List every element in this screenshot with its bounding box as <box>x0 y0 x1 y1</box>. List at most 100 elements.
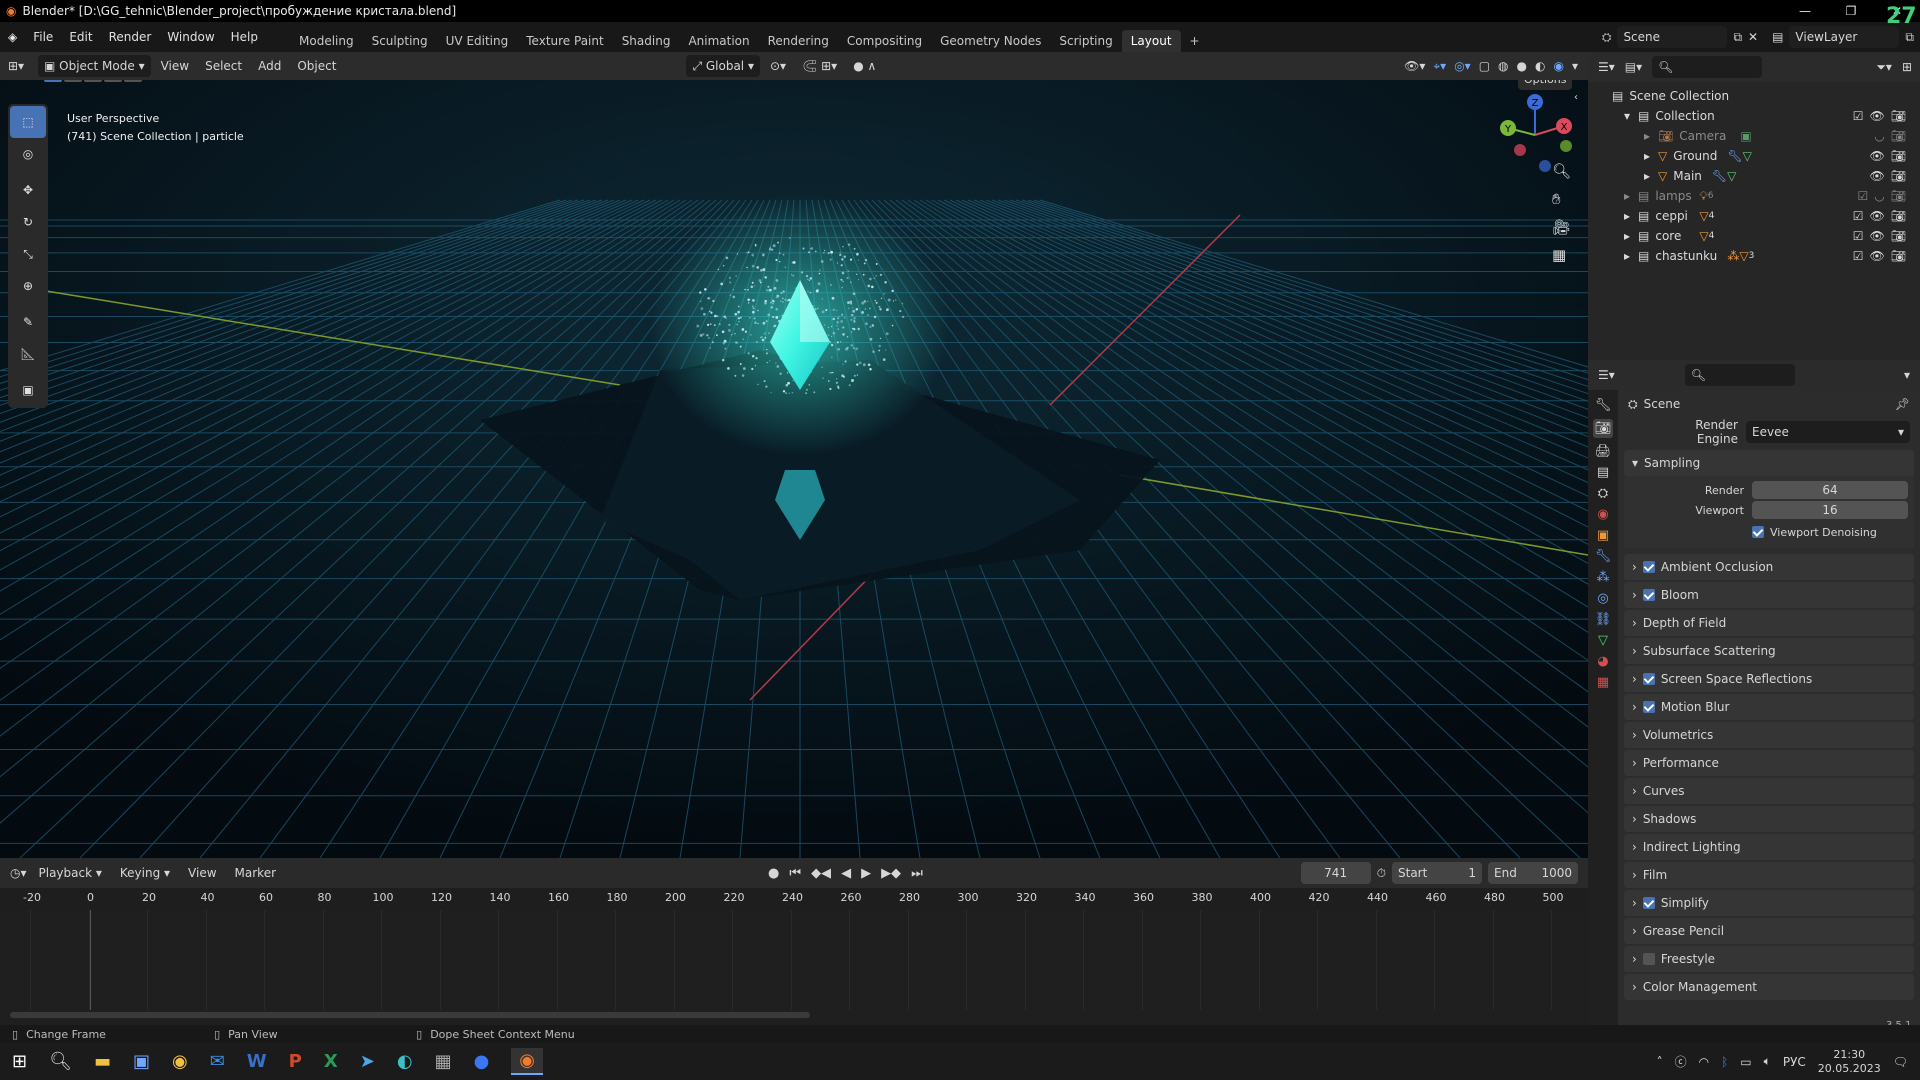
panel-ambient-occlusion[interactable]: › Ambient Occlusion <box>1624 554 1914 580</box>
outliner-editor-icon[interactable]: ☰▾ <box>1598 60 1615 74</box>
panel-bloom[interactable]: › Bloom <box>1624 582 1914 608</box>
zoom-icon[interactable]: 🔍︎ <box>1552 162 1571 180</box>
material-shading-icon[interactable]: ◐ <box>1535 59 1545 73</box>
timeline-ruler[interactable]: -20 0 20 40 60 80 100 120 140 160 180 200 220 240 260 2… <box>0 888 1588 910</box>
language-indicator[interactable]: РУС <box>1783 1055 1806 1069</box>
overlay-toggle-icon[interactable]: ◎▾ <box>1454 59 1471 73</box>
panel-motion-blur[interactable]: › Motion Blur <box>1624 694 1914 720</box>
select-intersect-icon[interactable] <box>124 80 142 82</box>
clock[interactable]: 21:30 20.05.2023 <box>1818 1048 1881 1076</box>
menu-file[interactable]: File <box>25 30 61 44</box>
material-tab-icon[interactable]: ◕ <box>1597 654 1608 669</box>
bluetooth-icon[interactable]: ᛒ <box>1721 1055 1728 1069</box>
menu-marker[interactable]: Marker <box>229 863 282 883</box>
panel-shadows[interactable]: › Shadows <box>1624 806 1914 832</box>
row-toggles[interactable]: ☑👁︎📷︎ <box>1853 106 1912 126</box>
outliner-row-chastunku[interactable]: ▸ ▤ chastunku ⁂▽ 3 ☑👁︎📷︎ <box>1588 246 1920 266</box>
rotate-tool-icon[interactable]: ↻ <box>10 206 46 238</box>
row-toggles[interactable]: ☑👁︎📷︎ <box>1853 226 1912 246</box>
pan-hand-icon[interactable]: ✋︎ <box>1552 190 1571 208</box>
powerpoint-icon[interactable]: P <box>289 1051 302 1072</box>
panel-sampling[interactable]: ▾ Sampling <box>1624 450 1914 476</box>
measure-tool-icon[interactable]: 📐︎ <box>10 338 46 370</box>
row-toggles[interactable]: ☑👁︎📷︎ <box>1853 206 1912 226</box>
ortho-grid-icon[interactable]: ▦ <box>1552 246 1571 264</box>
properties-options-icon[interactable]: ▾ <box>1904 368 1910 382</box>
panel-performance[interactable]: › Performance <box>1624 750 1914 776</box>
expand-icon[interactable]: ▸ <box>1624 206 1638 226</box>
pin-icon[interactable]: 📌︎ <box>1895 397 1910 411</box>
panel-curves[interactable]: › Curves <box>1624 778 1914 804</box>
outliner-row-lamps[interactable]: ▸ ▤ lamps 💡︎ 6 ☑◡📷︎ <box>1588 186 1920 206</box>
select-invert-icon[interactable] <box>104 80 122 82</box>
outliner-search-field[interactable]: 🔍︎ <box>1652 56 1763 78</box>
stopwatch-icon[interactable]: ⏱ <box>1377 866 1386 881</box>
calculator-icon[interactable]: ▦ <box>435 1051 452 1072</box>
menu-playback[interactable]: Playback ▾ <box>33 863 108 883</box>
expand-icon[interactable]: ▸ <box>1624 246 1638 266</box>
windows-start-icon[interactable]: ⊞ <box>12 1051 27 1072</box>
telegram-icon[interactable]: ➤ <box>360 1051 375 1072</box>
display-mode-icon[interactable]: ▤▾ <box>1625 60 1642 74</box>
tab-texture-paint[interactable]: Texture Paint <box>517 30 612 52</box>
rendered-shading-icon[interactable]: ◉ <box>1553 59 1563 73</box>
new-scene-icon[interactable]: ⧉ <box>1733 30 1742 45</box>
outliner-row-ground[interactable]: ▸ ▽ Ground 🔧︎ ▽ 👁︎📷︎ <box>1588 146 1920 166</box>
jump-keyframe-forward-icon[interactable]: ▶◆ <box>881 866 901 881</box>
options-button[interactable]: Options <box>1518 80 1573 90</box>
view-layer-selector[interactable]: ViewLayer <box>1789 26 1900 48</box>
3d-viewport[interactable]: User Perspective (741) Scene Collection … <box>0 80 1588 858</box>
tray-expand-icon[interactable]: ˄ <box>1657 1055 1663 1069</box>
excel-icon[interactable]: X <box>324 1051 338 1072</box>
end-frame-field[interactable]: End 1000 <box>1488 862 1578 884</box>
tab-modeling[interactable]: Modeling <box>290 30 363 52</box>
row-toggles[interactable]: ☑👁︎📷︎ <box>1853 246 1912 266</box>
object-tab-icon[interactable]: ▣ <box>1597 528 1609 543</box>
wifi-icon[interactable]: ◠ <box>1699 1055 1709 1069</box>
panel-color-management[interactable]: › Color Management <box>1624 974 1914 1000</box>
expand-icon[interactable]: ▾ <box>1624 106 1638 126</box>
annotate-tool-icon[interactable]: ✎ <box>10 306 46 338</box>
panel-checkbox[interactable] <box>1642 953 1655 965</box>
proportional-icon[interactable]: ● ∧ <box>847 56 882 76</box>
row-toggles[interactable]: ☑◡📷︎ <box>1858 186 1912 206</box>
menu-object[interactable]: Object <box>291 56 342 76</box>
new-view-layer-icon[interactable]: ⧉ <box>1905 30 1914 45</box>
notifications-icon[interactable]: 🗨︎ <box>1893 1055 1908 1069</box>
search-icon[interactable]: 🔍︎ <box>49 1051 72 1072</box>
panel-indirect-lighting[interactable]: › Indirect Lighting <box>1624 834 1914 860</box>
panel-freestyle[interactable]: › Freestyle <box>1624 946 1914 972</box>
data-tab-icon[interactable]: ▽ <box>1598 633 1608 648</box>
row-toggles[interactable]: 👁︎📷︎ <box>1870 146 1912 166</box>
outliner-row-main[interactable]: ▸ ▽ Main 🔧︎ ▽ 👁︎📷︎ <box>1588 166 1920 186</box>
scene-tab-icon[interactable]: ⛭ <box>1598 486 1608 501</box>
menu-edit[interactable]: Edit <box>61 30 100 44</box>
timeline-editor-icon[interactable]: ◷▾ <box>10 866 27 880</box>
outlook-icon[interactable]: ✉ <box>210 1051 225 1072</box>
expand-icon[interactable]: ▸ <box>1624 226 1638 246</box>
new-collection-icon[interactable]: ⊞ <box>1902 60 1912 74</box>
viewport-denoising-checkbox[interactable] <box>1752 526 1764 538</box>
transform-tool-icon[interactable]: ⊕ <box>10 270 46 302</box>
panel-subsurface-scattering[interactable]: › Subsurface Scattering <box>1624 638 1914 664</box>
snap-icon[interactable]: 🧲︎ ⊞▾ <box>796 56 843 76</box>
transform-orientation[interactable]: ⤢ Global ▾ <box>686 55 760 77</box>
expand-icon[interactable]: ▸ <box>1644 166 1658 186</box>
panel-checkbox[interactable] <box>1642 589 1655 601</box>
add-workspace-button[interactable]: + <box>1181 30 1209 52</box>
tab-animation[interactable]: Animation <box>679 30 758 52</box>
minimize-icon[interactable]: — <box>1782 4 1828 18</box>
battery-icon[interactable]: ▭ <box>1740 1055 1751 1069</box>
menu-keying[interactable]: Keying ▾ <box>114 863 176 883</box>
volume-icon[interactable]: 🔈︎ <box>1764 1054 1771 1069</box>
row-toggles[interactable]: ◡📷︎ <box>1874 126 1912 146</box>
physics-tab-icon[interactable]: ◎ <box>1597 591 1608 606</box>
wireframe-shading-icon[interactable]: ◍ <box>1498 59 1508 73</box>
viewport-samples-field[interactable]: 16 <box>1752 501 1908 519</box>
outliner-row-root[interactable]: ▤ Scene Collection <box>1588 86 1920 106</box>
panel-simplify[interactable]: › Simplify <box>1624 890 1914 916</box>
render-engine-dropdown[interactable]: Eevee ▾ <box>1746 421 1910 443</box>
edge-icon[interactable]: ◐ <box>397 1051 413 1072</box>
panel-checkbox[interactable] <box>1642 701 1655 713</box>
mode-selector[interactable]: ▣ Object Mode ▾ <box>38 55 151 77</box>
